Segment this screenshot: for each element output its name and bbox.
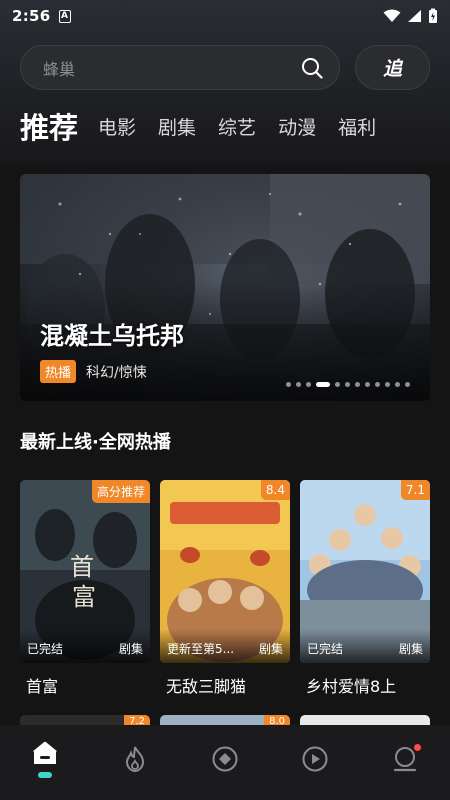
hero-banner[interactable]: 混凝土乌托邦 热播 科幻/惊悚 [20,174,430,401]
card-title[interactable]: 乡村爱情8上 [300,673,430,697]
banner-meta: 热播 科幻/惊悚 [40,360,147,383]
carousel-dot[interactable] [385,382,390,387]
signal-icon [408,10,421,22]
nav-hot[interactable] [105,734,165,784]
home-icon [33,741,57,764]
poster-status: 已完结 [27,642,64,656]
poster-footer: 更新至第5... 剧集 [160,629,290,663]
status-icons [383,8,438,24]
carousel-dot[interactable] [286,382,291,387]
carousel-dot[interactable] [375,382,380,387]
carousel-dot[interactable] [355,382,360,387]
hot-badge: 热播 [40,360,77,383]
svg-text:富: 富 [72,583,96,611]
poster-footer: 已完结 剧集 [20,629,150,663]
carousel-dot[interactable] [405,382,410,387]
nav-profile[interactable] [375,734,435,784]
tab-series[interactable]: 剧集 [158,108,196,148]
status-bar: 2:56 A [0,0,450,32]
compass-icon [212,746,238,771]
poster-type: 剧集 [398,642,423,656]
nav-discover[interactable] [195,734,255,784]
search-icon[interactable] [301,57,323,79]
poster-type: 剧集 [258,642,283,656]
nav-home[interactable] [15,734,75,784]
search-input[interactable]: 蜂巢 [20,45,340,90]
nav-play[interactable] [285,734,345,784]
carousel-dot[interactable] [335,382,340,387]
banner-genre: 科幻/惊悚 [86,364,147,381]
poster[interactable]: 7.1 已完结 剧集 [300,480,430,663]
battery-icon [429,8,437,23]
search-row: 蜂巢 追 [20,45,430,90]
poster-tag: 高分推荐 [91,480,150,503]
tab-variety[interactable]: 综艺 [218,108,256,148]
bottom-nav [0,725,450,800]
carousel-dot[interactable] [296,382,301,387]
flame-icon [125,746,145,772]
search-placeholder: 蜂巢 [43,59,76,79]
carousel-dot[interactable] [395,382,400,387]
content-card[interactable]: 7.1 已完结 剧集 乡村爱情8上 [300,480,430,697]
wifi-icon [383,9,401,22]
notification-a-icon: A [58,9,71,23]
content-cards: 首 富 高分推荐 已完结 剧集 首富 8.4 更新至第5... 剧集 无敌三脚猫… [20,480,430,697]
carousel-dot[interactable] [345,382,350,387]
notification-dot [414,743,421,751]
poster-status: 更新至第5... [167,642,235,656]
play-icon [302,746,328,771]
svg-text:首: 首 [70,553,94,581]
carousel-dot[interactable] [316,382,330,387]
poster[interactable]: 首 富 高分推荐 已完结 剧集 [20,480,150,663]
card-title[interactable]: 无敌三脚猫 [160,673,290,697]
tab-welfare[interactable]: 福利 [338,108,376,148]
poster-type: 剧集 [118,642,143,656]
poster[interactable]: 8.4 更新至第5... 剧集 [160,480,290,663]
poster-status: 已完结 [307,642,344,656]
follow-button[interactable]: 追 [355,45,430,90]
poster-tag: 8.4 [260,480,290,500]
carousel-dot[interactable] [365,382,370,387]
card-title[interactable]: 首富 [20,673,150,697]
section-title: 最新上线·全网热播 [20,432,171,453]
content-card[interactable]: 8.4 更新至第5... 剧集 无敌三脚猫 [160,480,290,697]
poster-tag: 7.1 [400,480,430,500]
category-tabs: 推荐 电影 剧集 综艺 动漫 福利 [20,108,398,148]
content-card[interactable]: 首 富 高分推荐 已完结 剧集 首富 [20,480,150,697]
carousel-dots[interactable] [286,382,410,387]
poster-footer: 已完结 剧集 [300,629,430,663]
status-time: 2:56 [12,7,51,25]
nav-active-indicator [38,771,52,778]
tab-movies[interactable]: 电影 [98,108,136,148]
tab-recommend[interactable]: 推荐 [20,108,78,148]
tab-anime[interactable]: 动漫 [278,108,316,148]
carousel-dot[interactable] [306,382,311,387]
banner-title: 混凝土乌托邦 [40,322,184,350]
